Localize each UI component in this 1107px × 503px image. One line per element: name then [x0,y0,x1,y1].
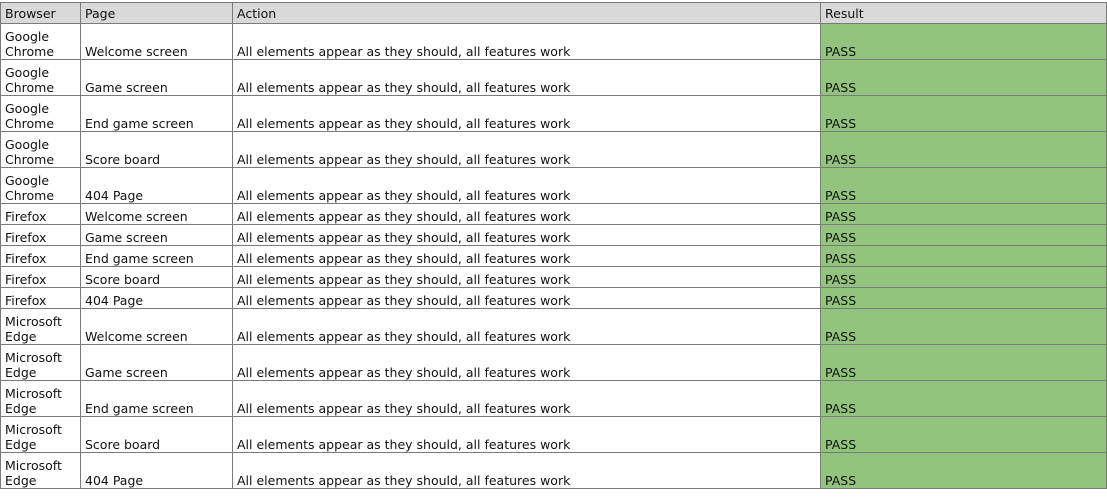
cell-action[interactable]: All elements appear as they should, all … [232,59,821,96]
table-row: Microsoft Edge Score board All elements … [0,416,1107,453]
cell-action[interactable]: All elements appear as they should, all … [232,131,821,168]
cell-browser[interactable]: Microsoft Edge [0,416,81,453]
cell-action[interactable]: All elements appear as they should, all … [232,287,821,309]
cell-browser[interactable]: Firefox [0,224,81,246]
cell-page[interactable]: Game screen [80,59,233,96]
cell-browser[interactable]: Microsoft Edge [0,380,81,417]
cell-action[interactable]: All elements appear as they should, all … [232,95,821,132]
cell-action[interactable]: All elements appear as they should, all … [232,203,821,225]
cell-browser[interactable]: Firefox [0,287,81,309]
cell-action[interactable]: All elements appear as they should, all … [232,344,821,381]
table-row: Firefox End game screen All elements app… [0,245,1107,267]
cell-browser[interactable]: Google Chrome [0,23,81,60]
table-row: Google Chrome Score board All elements a… [0,131,1107,168]
cell-page[interactable]: 404 Page [80,167,233,204]
cell-page[interactable]: End game screen [80,380,233,417]
table-row: Microsoft Edge End game screen All eleme… [0,380,1107,417]
cell-result[interactable]: PASS [820,23,1107,60]
cell-browser[interactable]: Microsoft Edge [0,452,81,489]
cell-result[interactable]: PASS [820,59,1107,96]
cell-page[interactable]: End game screen [80,245,233,267]
cell-page[interactable]: Score board [80,266,233,288]
cell-browser[interactable]: Google Chrome [0,131,81,168]
cell-page[interactable]: Game screen [80,344,233,381]
cell-action[interactable]: All elements appear as they should, all … [232,452,821,489]
cell-result[interactable]: PASS [820,266,1107,288]
table-row: Microsoft Edge Game screen All elements … [0,344,1107,381]
cell-page[interactable]: End game screen [80,95,233,132]
header-action[interactable]: Action [232,2,821,24]
cell-page[interactable]: Game screen [80,224,233,246]
table-row: Microsoft Edge Welcome screen All elemen… [0,308,1107,345]
cell-result[interactable]: PASS [820,245,1107,267]
cell-page[interactable]: 404 Page [80,287,233,309]
cell-browser[interactable]: Microsoft Edge [0,308,81,345]
cell-browser[interactable]: Google Chrome [0,167,81,204]
cell-browser[interactable]: Microsoft Edge [0,344,81,381]
cell-action[interactable]: All elements appear as they should, all … [232,266,821,288]
table-row: Google Chrome Game screen All elements a… [0,59,1107,96]
test-results-table: Browser Page Action Result Google Chrome… [0,2,1107,489]
cell-action[interactable]: All elements appear as they should, all … [232,224,821,246]
table-row: Firefox Welcome screen All elements appe… [0,203,1107,225]
cell-page[interactable]: Welcome screen [80,308,233,345]
cell-browser[interactable]: Firefox [0,245,81,267]
header-page[interactable]: Page [80,2,233,24]
header-result[interactable]: Result [820,2,1107,24]
cell-action[interactable]: All elements appear as they should, all … [232,380,821,417]
cell-page[interactable]: Welcome screen [80,203,233,225]
cell-result[interactable]: PASS [820,131,1107,168]
cell-page[interactable]: 404 Page [80,452,233,489]
cell-result[interactable]: PASS [820,224,1107,246]
table-body: Google Chrome Welcome screen All element… [0,23,1107,489]
header-browser[interactable]: Browser [0,2,81,24]
table-row: Google Chrome End game screen All elemen… [0,95,1107,132]
cell-result[interactable]: PASS [820,95,1107,132]
cell-page[interactable]: Score board [80,131,233,168]
cell-result[interactable]: PASS [820,308,1107,345]
cell-result[interactable]: PASS [820,380,1107,417]
table-header: Browser Page Action Result [0,2,1107,24]
cell-browser[interactable]: Firefox [0,203,81,225]
header-row: Browser Page Action Result [0,2,1107,24]
cell-action[interactable]: All elements appear as they should, all … [232,245,821,267]
cell-result[interactable]: PASS [820,452,1107,489]
cell-browser[interactable]: Firefox [0,266,81,288]
cell-action[interactable]: All elements appear as they should, all … [232,167,821,204]
cell-page[interactable]: Welcome screen [80,23,233,60]
cell-result[interactable]: PASS [820,203,1107,225]
cell-action[interactable]: All elements appear as they should, all … [232,308,821,345]
cell-action[interactable]: All elements appear as they should, all … [232,23,821,60]
cell-result[interactable]: PASS [820,287,1107,309]
cell-page[interactable]: Score board [80,416,233,453]
table-row: Firefox Game screen All elements appear … [0,224,1107,246]
cell-browser[interactable]: Google Chrome [0,59,81,96]
table-row: Google Chrome Welcome screen All element… [0,23,1107,60]
cell-browser[interactable]: Google Chrome [0,95,81,132]
table-row: Microsoft Edge 404 Page All elements app… [0,452,1107,489]
cell-result[interactable]: PASS [820,167,1107,204]
table-row: Google Chrome 404 Page All elements appe… [0,167,1107,204]
cell-action[interactable]: All elements appear as they should, all … [232,416,821,453]
cell-result[interactable]: PASS [820,344,1107,381]
cell-result[interactable]: PASS [820,416,1107,453]
table-row: Firefox Score board All elements appear … [0,266,1107,288]
table-row: Firefox 404 Page All elements appear as … [0,287,1107,309]
